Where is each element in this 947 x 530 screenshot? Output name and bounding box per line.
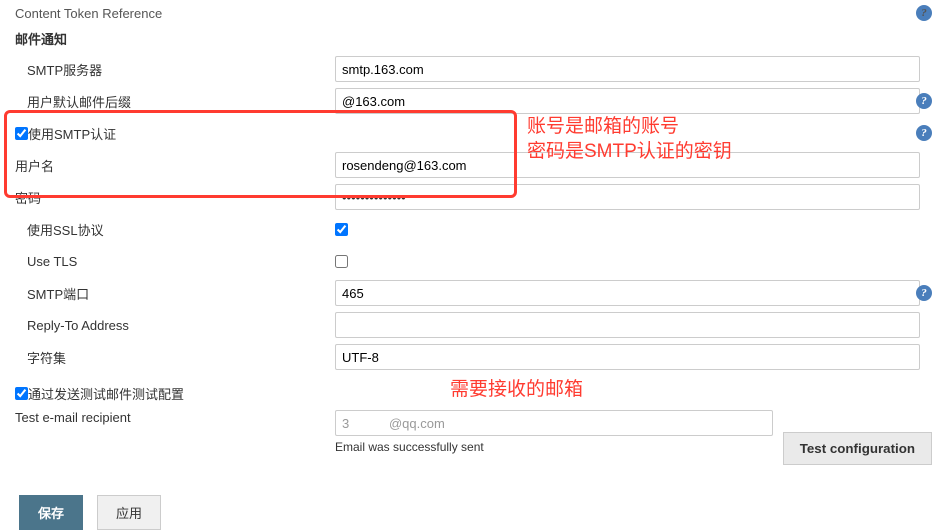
reply-to-input[interactable] [335, 312, 920, 338]
test-configuration-button[interactable]: Test configuration [783, 432, 932, 465]
smtp-server-input[interactable] [335, 56, 920, 82]
help-icon[interactable]: ? [916, 285, 932, 301]
label-smtp-port: SMTP端口 [15, 284, 335, 303]
label-smtp-server: SMTP服务器 [15, 60, 335, 79]
default-suffix-input[interactable] [335, 88, 920, 114]
label-reply-to: Reply-To Address [15, 318, 335, 333]
label-use-ssl: 使用SSL协议 [15, 220, 335, 239]
use-ssl-checkbox[interactable] [335, 223, 348, 236]
label-password: 密码 [15, 188, 335, 207]
content-token-reference-link[interactable]: Content Token Reference [15, 6, 162, 21]
help-icon[interactable]: ? [916, 125, 932, 141]
apply-button[interactable]: 应用 [97, 495, 161, 530]
label-use-smtp-auth: 使用SMTP认证 [28, 124, 116, 143]
save-button[interactable]: 保存 [19, 495, 83, 530]
label-username: 用户名 [15, 156, 335, 175]
status-text: Email was successfully sent [335, 440, 773, 454]
label-default-suffix: 用户默认邮件后缀 [15, 92, 335, 111]
charset-input[interactable] [335, 344, 920, 370]
help-icon[interactable]: ? [916, 5, 932, 21]
label-charset: 字符集 [15, 348, 335, 367]
smtp-port-input[interactable] [335, 280, 920, 306]
use-smtp-auth-checkbox[interactable] [15, 127, 28, 140]
label-use-tls: Use TLS [15, 254, 335, 269]
section-title-email: 邮件通知 [15, 29, 932, 48]
test-by-send-checkbox[interactable] [15, 387, 28, 400]
label-test-recipient: Test e-mail recipient [15, 410, 335, 425]
test-recipient-input[interactable] [335, 410, 773, 436]
username-input[interactable] [335, 152, 920, 178]
password-input[interactable] [335, 184, 920, 210]
help-icon[interactable]: ? [916, 93, 932, 109]
use-tls-checkbox[interactable] [335, 255, 348, 268]
label-test-by-send: 通过发送测试邮件测试配置 [28, 384, 184, 403]
